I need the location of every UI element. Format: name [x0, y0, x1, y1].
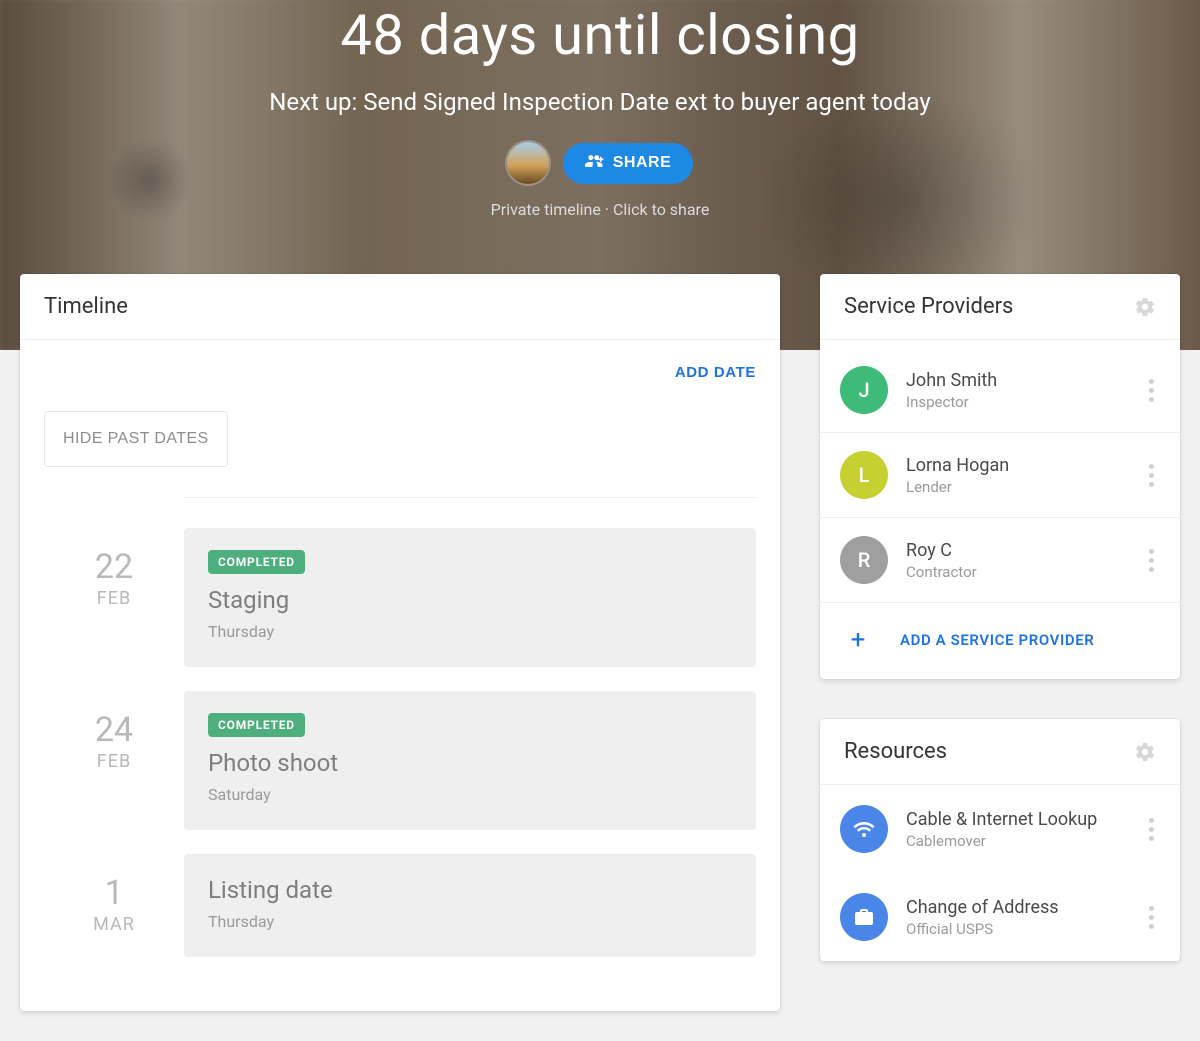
avatar-initial: L	[859, 463, 870, 487]
event-title: Staging	[208, 586, 732, 614]
event-weekday: Thursday	[208, 912, 732, 931]
share-button-label: SHARE	[613, 154, 672, 172]
resources-card: Resources Cable & Internet Lookup Cablem…	[820, 719, 1180, 961]
service-providers-card: Service Providers J John Smith Inspector	[820, 274, 1180, 679]
timeline-card: Timeline ADD DATE HIDE PAST DATES 22 FEB…	[20, 274, 780, 1011]
page-title: 48 days until closing	[0, 0, 1200, 68]
event-day: 22	[44, 550, 184, 584]
providers-list: J John Smith Inspector L Lorna Hogan Len…	[820, 340, 1180, 602]
event-month: MAR	[44, 914, 184, 935]
provider-item[interactable]: L Lorna Hogan Lender	[820, 433, 1180, 518]
gear-icon[interactable]	[1134, 741, 1156, 763]
add-provider-button[interactable]: + ADD A SERVICE PROVIDER	[820, 602, 1180, 679]
provider-name: Lorna Hogan	[906, 455, 1009, 476]
timeline-event: 1 MAR Listing date Thursday	[44, 854, 756, 957]
share-button[interactable]: SHARE	[563, 143, 694, 184]
hide-past-dates-button[interactable]: HIDE PAST DATES	[44, 411, 228, 467]
resource-name: Change of Address	[906, 897, 1059, 918]
briefcase-icon	[840, 893, 888, 941]
event-month: FEB	[44, 588, 184, 609]
resources-heading: Resources	[844, 739, 947, 764]
event-date: 24 FEB	[44, 691, 184, 830]
gear-icon[interactable]	[1134, 296, 1156, 318]
add-date-button[interactable]: ADD DATE	[675, 364, 756, 381]
wifi-icon	[840, 805, 888, 853]
timeline-event: 24 FEB COMPLETED Photo shoot Saturday	[44, 691, 756, 830]
provider-avatar: R	[840, 536, 888, 584]
profile-avatar[interactable]	[507, 142, 549, 184]
more-icon[interactable]	[1143, 458, 1160, 493]
event-weekday: Thursday	[208, 622, 732, 641]
more-icon[interactable]	[1143, 373, 1160, 408]
event-date: 22 FEB	[44, 528, 184, 667]
timeline-heading: Timeline	[44, 294, 128, 319]
resource-name: Cable & Internet Lookup	[906, 809, 1097, 830]
plus-icon: +	[844, 627, 872, 653]
provider-role: Contractor	[906, 563, 977, 581]
event-title: Listing date	[208, 876, 732, 904]
event-card[interactable]: Listing date Thursday	[184, 854, 756, 957]
event-date: 1 MAR	[44, 854, 184, 957]
more-icon[interactable]	[1143, 812, 1160, 847]
provider-item[interactable]: J John Smith Inspector	[820, 348, 1180, 433]
event-card[interactable]: COMPLETED Staging Thursday	[184, 528, 756, 667]
event-title: Photo shoot	[208, 749, 732, 777]
resource-item[interactable]: Cable & Internet Lookup Cablemover	[820, 785, 1180, 873]
resource-item[interactable]: Change of Address Official USPS	[820, 873, 1180, 961]
avatar-initial: J	[858, 378, 869, 402]
next-action-text: Next up: Send Signed Inspection Date ext…	[220, 86, 980, 118]
event-weekday: Saturday	[208, 785, 732, 804]
provider-item[interactable]: R Roy C Contractor	[820, 518, 1180, 602]
more-icon[interactable]	[1143, 543, 1160, 578]
avatar-initial: R	[858, 548, 871, 572]
timeline-event: 22 FEB COMPLETED Staging Thursday	[44, 528, 756, 667]
resource-sub: Official USPS	[906, 920, 1059, 938]
provider-avatar: J	[840, 366, 888, 414]
provider-avatar: L	[840, 451, 888, 499]
more-icon[interactable]	[1143, 900, 1160, 935]
privacy-text[interactable]: Private timeline · Click to share	[0, 200, 1200, 219]
share-people-icon	[585, 153, 605, 174]
service-providers-heading: Service Providers	[844, 294, 1013, 319]
timeline-divider	[184, 497, 756, 498]
provider-name: Roy C	[906, 540, 977, 561]
resource-sub: Cablemover	[906, 832, 1097, 850]
event-day: 24	[44, 713, 184, 747]
event-month: FEB	[44, 751, 184, 772]
add-provider-label: ADD A SERVICE PROVIDER	[900, 631, 1094, 649]
status-badge: COMPLETED	[208, 550, 305, 574]
event-day: 1	[44, 876, 184, 910]
provider-role: Inspector	[906, 393, 997, 411]
status-badge: COMPLETED	[208, 713, 305, 737]
provider-name: John Smith	[906, 370, 997, 391]
event-card[interactable]: COMPLETED Photo shoot Saturday	[184, 691, 756, 830]
provider-role: Lender	[906, 478, 1009, 496]
